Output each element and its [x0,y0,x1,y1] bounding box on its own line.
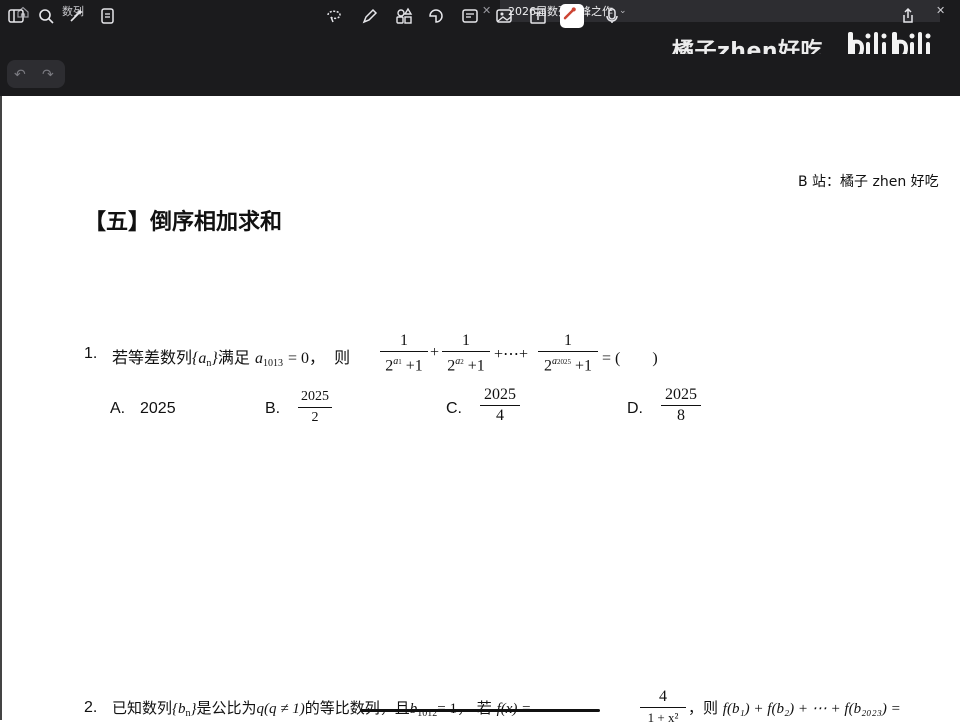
q1-term-3-num: 1 [564,332,572,349]
magic-wand-icon[interactable] [66,6,86,26]
q2-text-d: 若 [476,699,492,717]
handwritten-strike-line [360,709,600,712]
search-icon[interactable] [36,6,56,26]
q1-cond-eq: = 0， [288,350,326,367]
q2-f-num: 4 [659,688,667,705]
q2-tail: ，则 f(b₁) + f(b₂) + ⋯ + f(b₂₀₂₃) = [688,697,901,718]
option-c-value: 2025 4 [480,386,520,425]
question-2-number: 2. [84,699,98,716]
q2-sum-expr: f(b₁) + f(b₂) + ⋯ + f(b₂₀₂₃) = [722,701,901,717]
q1-term-1: 1 2a1 +1 [380,332,428,375]
image-icon[interactable] [494,6,514,26]
close-tab-icon[interactable]: ✕ [936,4,945,17]
q2-q-part: q(q ≠ 1) [256,701,305,717]
section-title: 【五】倒序相加求和 [84,210,283,235]
q2-seq-sub: n [185,708,191,719]
q1-term-2: 1 2a2 +1 [442,332,490,375]
note-icon[interactable] [460,6,480,26]
option-c-den: 4 [496,407,504,424]
option-d-letter: D. [627,400,643,417]
sidebar-icon[interactable] [6,6,26,26]
q1-lead: 若等差数列 [112,348,193,367]
sticker-icon[interactable] [426,6,446,26]
q2-seq-var: b [178,701,186,717]
page-edge [0,96,2,720]
q1-term-2-num: 1 [462,332,470,349]
option-b-num: 2025 [301,389,329,404]
q1-term-2-den: 2a2 +1 [447,356,485,375]
question-1-number: 1. [84,345,98,362]
question-1-stem: 若等差数列{an}满足 a1013 = 0， 则 [112,348,351,369]
laser-pointer-icon[interactable] [560,4,584,28]
option-b-den: 2 [311,410,319,425]
option-d-den: 8 [677,407,685,424]
document-icon[interactable] [98,6,118,26]
q1-term-1-num: 1 [400,332,408,349]
q2-text-b: 是公比为 [196,699,257,717]
q1-seq-sub: n [206,358,212,369]
share-icon[interactable] [898,6,918,26]
q1-then: 则 [334,348,351,367]
q2-text-a: 已知数列 [112,699,173,717]
close-tab-icon[interactable]: ✕ [482,4,491,17]
option-b-letter: B. [265,400,281,417]
q1-cond-word: 满足 [217,348,250,367]
q1-cond-sub: 1013 [262,358,283,369]
pen-icon[interactable] [360,6,380,26]
q2-text-c: 的等比数列，且 [304,699,410,717]
redo-icon[interactable]: ↷ [42,67,54,83]
q1-ellipsis: +⋯+ [494,346,529,363]
q1-term-3-den: 2a2025 +1 [543,356,593,375]
question-2-stem: 已知数列{bn}是公比为q(q ≠ 1)的等比数列，且b1012= 1， 若 f… [112,697,531,719]
option-b-value: 2025 2 [298,388,332,427]
option-c-num: 2025 [484,386,516,403]
q2-f-den: 1 + x² [647,710,679,725]
q1-term-3: 1 2a2025 +1 [538,332,598,375]
option-a-letter: A. [110,400,126,417]
q1-equals-blank: = ( ) [602,350,658,367]
edit-bar [0,54,960,96]
option-d-num: 2025 [665,386,697,403]
q1-cond-var: a [254,350,263,367]
q2-text-e: ，则 [688,699,719,717]
option-c-letter: C. [446,400,462,417]
option-d-value: 2025 8 [661,386,701,425]
microphone-icon[interactable] [602,6,622,26]
option-a-value: 2025 [140,400,176,417]
shapes-icon[interactable] [394,6,414,26]
q2-f-fraction: 4 1 + x² [640,688,686,727]
q1-plus: + [430,344,440,361]
credit-line: B 站：橘子 zhen 好吃 [798,174,939,190]
undo-icon[interactable]: ↶ [14,67,26,83]
lasso-icon[interactable] [324,6,344,26]
q1-term-1-den: 2a1 +1 [385,356,423,375]
text-box-icon[interactable] [528,6,548,26]
